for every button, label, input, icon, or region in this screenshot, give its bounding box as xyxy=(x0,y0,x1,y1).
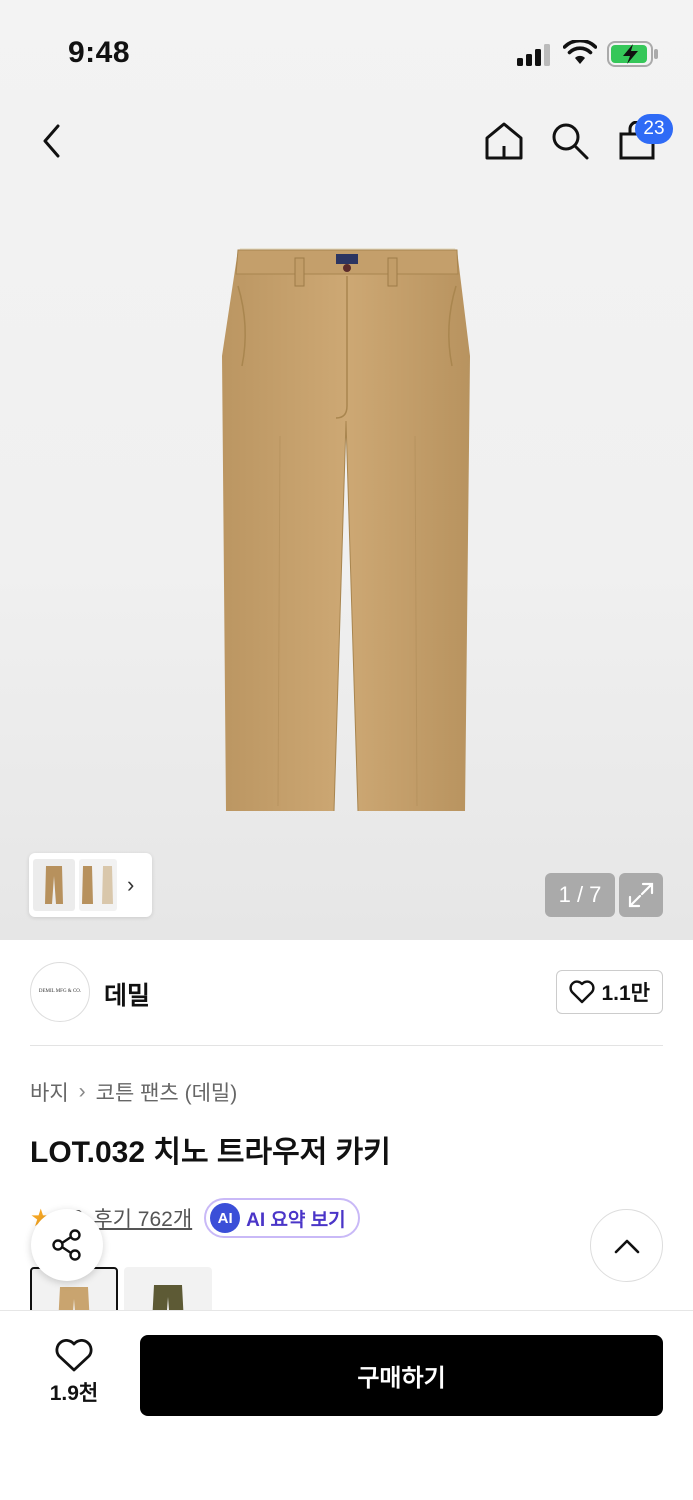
scroll-to-top-button[interactable] xyxy=(590,1209,663,1282)
trousers-icon xyxy=(82,866,113,904)
share-icon xyxy=(52,1229,81,1261)
back-button[interactable] xyxy=(26,115,78,167)
wifi-icon xyxy=(563,40,597,64)
brand-like-button[interactable]: 1.1만 xyxy=(556,970,663,1014)
status-time: 9:48 xyxy=(68,36,131,69)
wishlist-button[interactable]: 1.9천 xyxy=(34,1339,114,1407)
reviews-link[interactable]: 후기 762개 xyxy=(93,1203,192,1233)
divider xyxy=(30,1045,663,1046)
brand-row: DEMIL MFG & CO. 데밀 1.1만 xyxy=(30,962,663,1024)
ai-summary-label: AI 요약 보기 xyxy=(246,1209,346,1231)
ai-badge-icon: AI xyxy=(210,1203,241,1233)
brand-logo[interactable]: DEMIL MFG & CO. xyxy=(30,962,90,1022)
color-option-olive[interactable] xyxy=(124,1267,212,1312)
ai-summary-button[interactable]: AI AI 요약 보기 xyxy=(204,1198,360,1238)
heart-icon xyxy=(55,1339,93,1372)
battery-charging-icon xyxy=(607,41,658,67)
bottom-action-bar: 1.9천 구매하기 xyxy=(0,1310,693,1500)
chevron-left-icon xyxy=(43,124,60,158)
image-thumbnail-strip[interactable]: › xyxy=(29,853,152,917)
expand-icon xyxy=(628,882,654,908)
home-icon xyxy=(485,122,523,160)
product-image-gallery[interactable]: 9:48 23 › 1 / 7 xyxy=(0,0,693,940)
trousers-icon xyxy=(152,1285,184,1312)
chevron-up-icon xyxy=(614,1239,639,1253)
trousers-icon xyxy=(45,866,63,904)
product-title: LOT.032 치노 트라우저 카키 xyxy=(30,1136,391,1169)
wishlist-count: 1.9천 xyxy=(49,1382,99,1405)
status-bar: 9:48 xyxy=(0,0,693,100)
breadcrumb: 바지 › 코튼 팬츠 (데밀) xyxy=(30,1077,237,1107)
chevron-right-icon: › xyxy=(78,1080,86,1103)
breadcrumb-subcategory[interactable]: 코튼 팬츠 (데밀) xyxy=(96,1077,238,1107)
chevron-right-icon: › xyxy=(127,872,135,897)
fullscreen-button[interactable] xyxy=(619,873,663,917)
thumbnail-front-view[interactable] xyxy=(33,859,75,911)
trousers-icon xyxy=(58,1287,90,1312)
brand-logo-text: DEMIL MFG & CO. xyxy=(38,988,82,994)
search-icon xyxy=(552,123,589,160)
brand-like-count: 1.1만 xyxy=(601,982,650,1005)
share-button[interactable] xyxy=(31,1209,103,1281)
brand-name[interactable]: 데밀 xyxy=(104,976,150,1012)
breadcrumb-category[interactable]: 바지 xyxy=(30,1077,69,1107)
buy-button[interactable]: 구매하기 xyxy=(140,1335,663,1416)
image-counter: 1 / 7 xyxy=(545,873,615,917)
cellular-signal-icon xyxy=(517,44,550,66)
heart-icon xyxy=(569,980,596,1004)
cart-count-badge: 23 xyxy=(635,114,673,144)
thumbnail-side-views[interactable] xyxy=(79,859,117,911)
product-photo-chino-trousers[interactable] xyxy=(210,236,480,826)
search-button[interactable] xyxy=(544,115,596,167)
top-navigation xyxy=(0,105,693,177)
home-button[interactable] xyxy=(478,115,530,167)
